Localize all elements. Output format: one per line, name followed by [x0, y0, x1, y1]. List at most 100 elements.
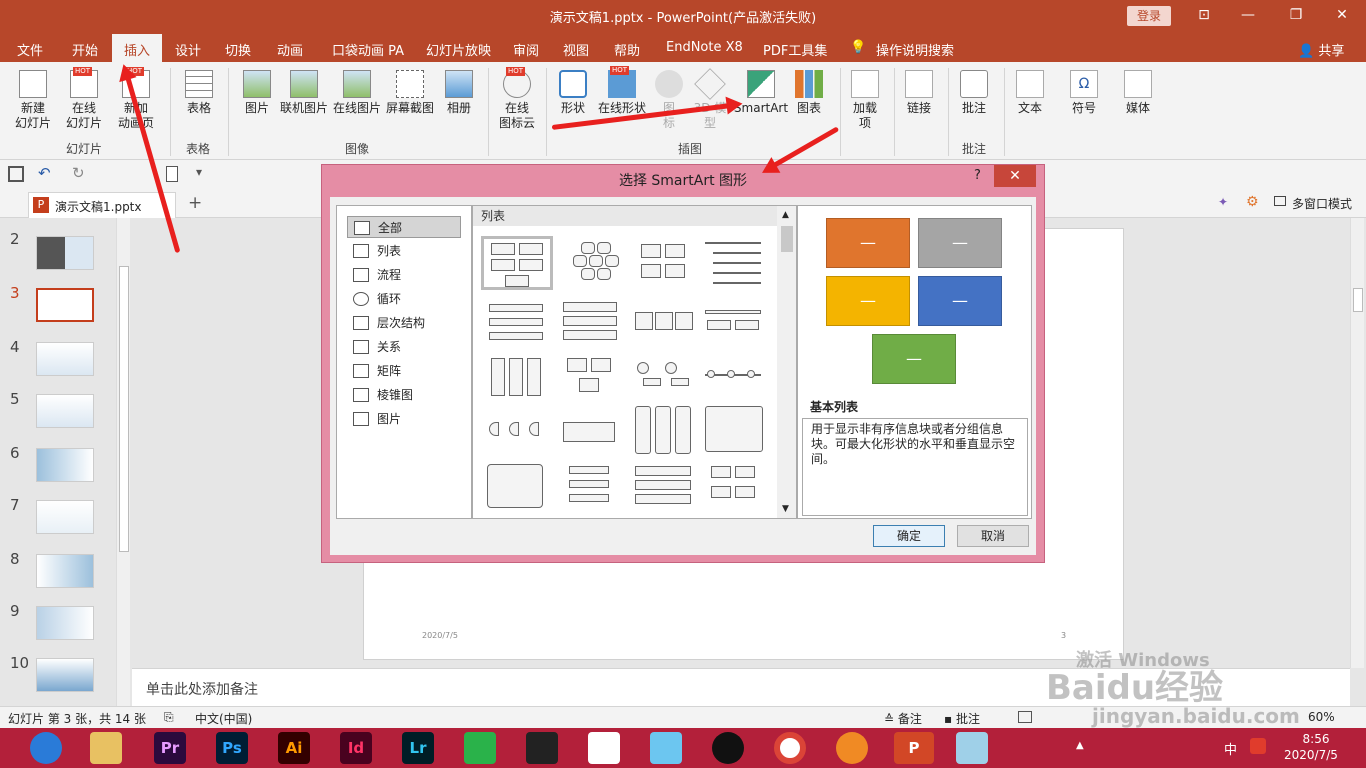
tab-transitions[interactable]: 切换 [225, 40, 251, 59]
login-button[interactable]: 登录 [1127, 6, 1171, 26]
category-process[interactable]: 流程 [347, 264, 461, 286]
tab-pocket-animation[interactable]: 口袋动画 PA [332, 40, 404, 59]
slide-thumb[interactable] [36, 342, 94, 376]
tab-design[interactable]: 设计 [175, 40, 201, 59]
layout-stacked-list[interactable] [559, 298, 621, 346]
tab-file[interactable]: 文件 [17, 40, 43, 59]
editor-scrollbar[interactable] [1350, 218, 1364, 668]
redo-icon[interactable]: ↻ [72, 164, 85, 182]
undo-icon[interactable]: ↶ [38, 164, 51, 182]
media-button[interactable]: 媒体 [1120, 70, 1156, 116]
browser-icon[interactable] [836, 732, 868, 764]
layout-checklist[interactable] [633, 462, 695, 510]
spellcheck-icon[interactable]: ⎘ [164, 710, 174, 725]
scrollbar-thumb[interactable] [1353, 288, 1363, 312]
link-button[interactable]: 链接 [902, 70, 936, 116]
symbol-button[interactable]: Ω 符号 [1066, 70, 1102, 116]
scroll-up-icon[interactable]: ▲ [782, 210, 789, 220]
layout-vertical-box-list[interactable] [485, 354, 547, 402]
red-green-app-icon[interactable] [588, 732, 620, 764]
slide-thumb-selected[interactable] [36, 288, 94, 322]
powerpoint-taskbar-icon[interactable]: P [894, 732, 934, 764]
thumb-scrollbar[interactable] [116, 218, 130, 706]
tab-slideshow[interactable]: 幻灯片放映 [426, 40, 491, 59]
addin-button[interactable]: 加载 项 [848, 70, 882, 131]
tab-home[interactable]: 开始 [72, 40, 98, 59]
scrollbar-thumb[interactable] [781, 226, 793, 252]
file-explorer-icon[interactable] [90, 732, 122, 764]
layout-staggered-list[interactable] [703, 462, 765, 510]
cloud-app-icon[interactable] [650, 732, 682, 764]
sogou-icon[interactable] [1250, 738, 1266, 754]
star-icon[interactable]: ✦ [1218, 195, 1228, 209]
scrollbar-thumb[interactable] [119, 266, 129, 552]
photoshop-icon[interactable]: Ps [216, 732, 248, 764]
tab-insert[interactable]: 插入 [112, 34, 163, 62]
video-editor-icon[interactable] [526, 732, 558, 764]
online-picture-button[interactable]: 在线图片 [330, 70, 384, 116]
slide-thumb[interactable] [36, 554, 94, 588]
gear-icon[interactable]: ⚙ [1246, 194, 1259, 210]
layout-dots-list[interactable] [703, 354, 765, 402]
comments-toggle[interactable]: ▪ 批注 [944, 710, 980, 727]
tab-endnote[interactable]: EndNote X8 [666, 40, 743, 55]
tab-pdf-tools[interactable]: PDF工具集 [763, 40, 827, 59]
clock-time[interactable]: 8:56 [1290, 732, 1342, 746]
category-relationship[interactable]: 关系 [347, 336, 461, 358]
layout-arrow-list[interactable] [559, 410, 621, 458]
layout-half-circle-list[interactable] [485, 410, 547, 458]
comment-button[interactable]: 批注 [956, 70, 992, 116]
picture-button[interactable]: 图片 [238, 70, 276, 116]
tab-review[interactable]: 审阅 [513, 40, 539, 59]
zoom-level[interactable]: 60% [1308, 710, 1335, 724]
layout-pyramid-list[interactable] [559, 354, 621, 402]
tell-me-search[interactable]: 操作说明搜索 [876, 40, 954, 59]
new-slide-button[interactable]: 新建 幻灯片 [8, 70, 58, 131]
customize-qat-icon[interactable]: ▾ [196, 165, 202, 179]
green-app-icon[interactable] [464, 732, 496, 764]
layout-lined-list[interactable] [703, 238, 765, 286]
layout-grouped-list[interactable] [633, 238, 695, 286]
new-tab-icon[interactable]: + [188, 193, 202, 213]
notes-toggle[interactable]: ≙ 备注 [884, 710, 922, 727]
slide-thumb[interactable] [36, 448, 94, 482]
album-button[interactable]: 相册 [438, 70, 480, 116]
tab-help[interactable]: 帮助 [614, 40, 640, 59]
slide-thumb[interactable] [36, 606, 94, 640]
online-shapes-button[interactable]: HOT 在线形状 [594, 66, 650, 116]
slide-thumb[interactable] [36, 394, 94, 428]
category-list-item[interactable]: 列表 [347, 240, 461, 262]
lightroom-icon[interactable]: Lr [402, 732, 434, 764]
qq-icon[interactable] [712, 732, 744, 764]
language-indicator[interactable]: 中文(中国) [195, 710, 252, 727]
slide-thumb[interactable] [36, 658, 94, 692]
gallery-scrollbar[interactable]: ▲ ▼ [777, 206, 796, 518]
chart-button[interactable]: 图表 [792, 70, 826, 116]
layout-picture-list[interactable] [485, 462, 547, 514]
chrome-icon[interactable] [774, 732, 806, 764]
layout-circle-list[interactable] [633, 354, 695, 402]
indesign-icon[interactable]: Id [340, 732, 372, 764]
category-hierarchy[interactable]: 层次结构 [347, 312, 461, 334]
layout-horizontal-list[interactable] [633, 298, 695, 346]
category-matrix[interactable]: 矩阵 [347, 360, 461, 382]
layout-basic-list[interactable] [481, 236, 553, 290]
clock-date[interactable]: 2020/7/5 [1284, 748, 1338, 762]
slide-thumb[interactable] [36, 236, 94, 270]
shapes-button[interactable]: 形状 [552, 70, 594, 116]
linked-picture-button[interactable]: 联机图片 [278, 70, 330, 116]
notepad-icon[interactable] [956, 732, 988, 764]
layout-accent-list[interactable] [559, 462, 621, 510]
online-slide-button[interactable]: HOT 在线 幻灯片 [58, 67, 110, 131]
scroll-down-icon[interactable]: ▼ [782, 504, 789, 514]
3d-models-button[interactable]: 3D 模 型 [690, 68, 730, 131]
layout-vertical-bullet-list[interactable] [485, 298, 547, 346]
category-picture[interactable]: 图片 [347, 408, 461, 430]
online-icon-cloud-button[interactable]: HOT 在线 图标云 [494, 67, 540, 131]
share-button[interactable]: 👤 共享 [1298, 40, 1344, 59]
ribbon-display-options-icon[interactable]: ⊡ [1186, 4, 1222, 26]
table-button[interactable]: 表格 [176, 70, 222, 116]
doc-tab[interactable]: P 演示文稿1.pptx [28, 192, 176, 218]
dialog-close-button[interactable]: ✕ [994, 165, 1036, 187]
layout-tab-list[interactable] [633, 404, 695, 460]
